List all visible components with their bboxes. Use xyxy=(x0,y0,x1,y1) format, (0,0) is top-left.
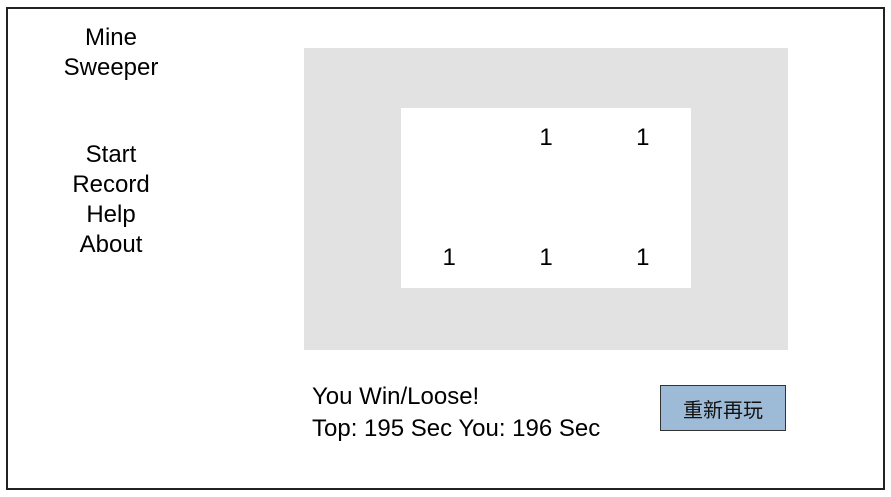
app-title-line1: Mine xyxy=(84,24,138,51)
board-cell[interactable] xyxy=(497,48,595,108)
app-title-line2: Sweeper xyxy=(63,54,159,81)
board-cell[interactable] xyxy=(304,168,401,228)
main-panel: 11111 You Win/Loose! Top: 195 Sec You: 1… xyxy=(214,7,885,490)
replay-button[interactable]: 重新再玩 xyxy=(660,385,786,431)
menu-item-about[interactable]: About xyxy=(8,230,214,260)
board-cell[interactable] xyxy=(304,228,401,288)
menu-item-record[interactable]: Record xyxy=(8,170,214,200)
game-status: You Win/Loose! Top: 195 Sec You: 196 Sec xyxy=(312,381,600,445)
board-cell[interactable] xyxy=(304,288,401,350)
board-cell[interactable] xyxy=(400,288,498,350)
board-cell[interactable] xyxy=(691,168,788,228)
board-cell[interactable] xyxy=(594,168,692,228)
board-cell[interactable] xyxy=(594,48,692,108)
menu-item-start[interactable]: Start xyxy=(8,140,214,170)
score-text: Top: 195 Sec You: 196 Sec xyxy=(312,415,601,442)
board-cell[interactable] xyxy=(594,288,692,350)
board-cell[interactable] xyxy=(400,48,498,108)
board-cell[interactable] xyxy=(691,108,788,168)
app-title: Mine Sweeper xyxy=(8,23,214,83)
board-cell[interactable] xyxy=(304,108,401,168)
game-board: 11111 xyxy=(304,48,788,350)
board-cell[interactable]: 1 xyxy=(594,228,692,288)
board-cell[interactable]: 1 xyxy=(400,228,498,288)
sidebar-menu: Start Record Help About xyxy=(8,140,214,260)
board-cell[interactable] xyxy=(497,288,595,350)
board-cell[interactable]: 1 xyxy=(497,228,595,288)
board-cell[interactable] xyxy=(691,228,788,288)
board-cell[interactable] xyxy=(691,48,788,108)
board-cell[interactable] xyxy=(497,168,595,228)
result-text: You Win/Loose! xyxy=(312,383,480,410)
menu-item-help[interactable]: Help xyxy=(8,200,214,230)
board-cell[interactable] xyxy=(304,48,401,108)
board-cell[interactable] xyxy=(400,168,498,228)
board-cell[interactable] xyxy=(691,288,788,350)
board-cell[interactable] xyxy=(400,108,498,168)
board-cell[interactable]: 1 xyxy=(594,108,692,168)
board-cell[interactable]: 1 xyxy=(497,108,595,168)
sidebar: Mine Sweeper Start Record Help About xyxy=(6,7,216,490)
